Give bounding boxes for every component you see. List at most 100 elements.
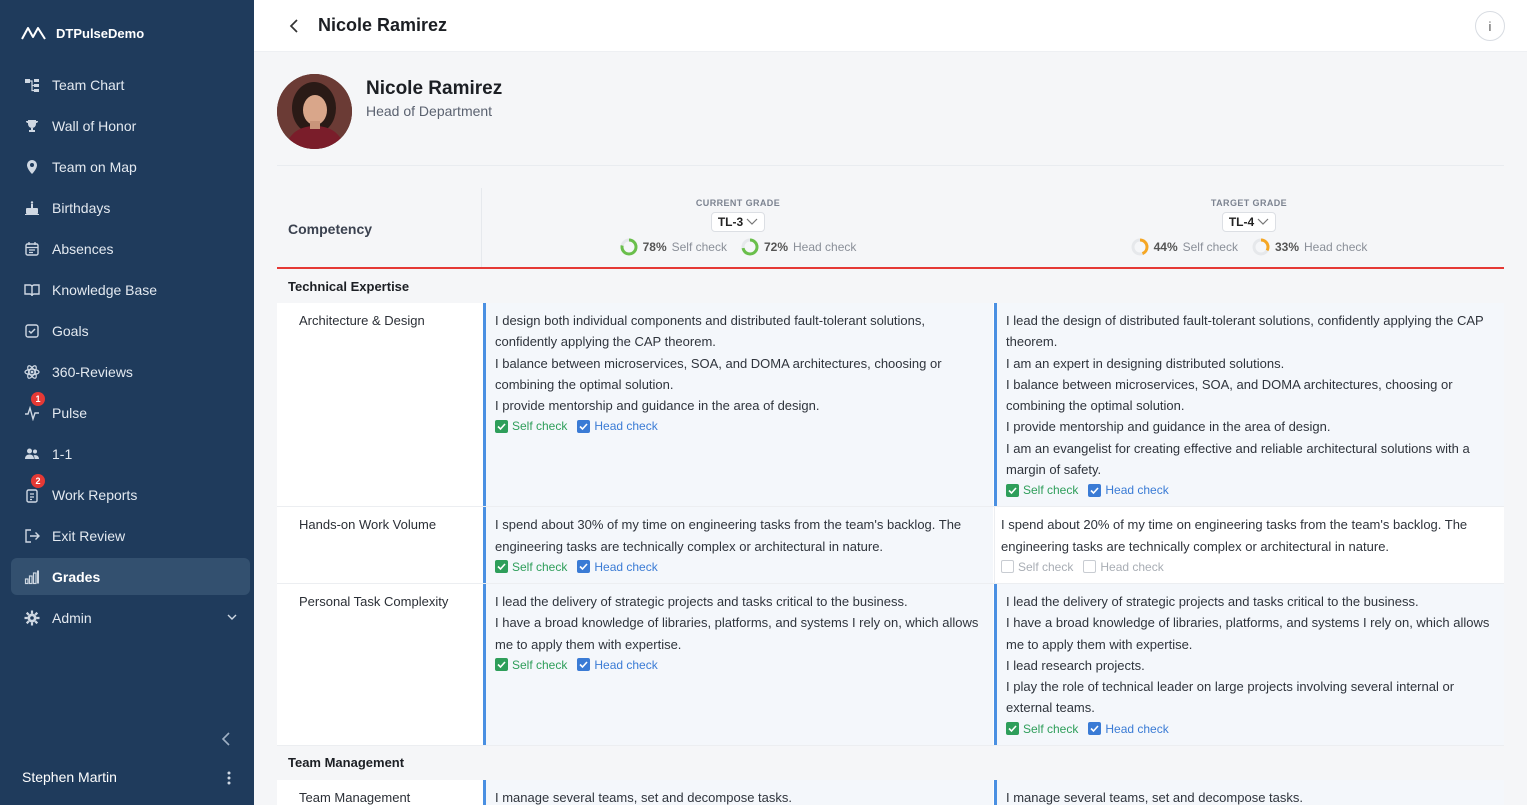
page-title: Nicole Ramirez	[318, 15, 448, 35]
stat-percent: 72%	[763, 240, 789, 254]
checkbox-label: Head check	[1105, 483, 1169, 498]
criterion-text: I spend about 20% of my time on engineer…	[1001, 517, 1468, 554]
current-grade-select[interactable]: TL-3	[710, 212, 766, 232]
profile-role: Head of Department	[366, 103, 493, 119]
table-row: Team Management I manage several teams, …	[277, 779, 1504, 805]
sidebar-item-label: Work Reports	[52, 486, 138, 503]
target-grade-cell: I lead the delivery of strategic project…	[994, 583, 1504, 745]
checkmark-icon	[1088, 483, 1102, 497]
section-header: Team Management	[277, 745, 1504, 780]
checkbox-label: Self check	[1018, 559, 1074, 574]
self-check-checkbox[interactable]: Self check	[1001, 559, 1073, 575]
target-grade-cell: I spend about 20% of my time on engineer…	[994, 507, 1504, 583]
kebab-menu-icon[interactable]	[226, 770, 232, 786]
checkmark-icon	[495, 560, 508, 574]
competency-name: Personal Task Complexity	[299, 593, 449, 609]
sidebar-item-wall-of-honor[interactable]: Wall of Honor	[11, 107, 250, 144]
competency-header: Competency	[288, 221, 373, 237]
target-grade-select[interactable]: TL-4	[1221, 212, 1277, 232]
sidebar-item-label: Exit Review	[52, 527, 126, 544]
progress-ring-icon	[1131, 238, 1149, 256]
target-grade-value: TL-4	[1228, 215, 1255, 229]
collapse-sidebar-icon[interactable]	[218, 730, 236, 748]
sidebar-item-grades[interactable]: Grades	[11, 558, 250, 595]
stat-label: Head check	[793, 240, 857, 254]
checkbox-icon	[23, 322, 41, 340]
sidebar-item-absences[interactable]: Absences	[11, 230, 250, 267]
stat-percent: 44%	[1153, 240, 1178, 254]
header-divider	[481, 188, 482, 267]
criterion-text: I lead the delivery of strategic project…	[1006, 593, 1419, 609]
criterion-text: I provide mentorship and guidance in the…	[495, 398, 820, 414]
current-self-check-stat: 78% Self check	[620, 238, 727, 256]
sidebar-item-1-1[interactable]: 1-1	[11, 435, 250, 472]
checkmark-icon	[577, 419, 591, 433]
sidebar-item-label: Pulse	[52, 404, 88, 421]
checkmark-icon	[1088, 722, 1102, 736]
checkmark-icon	[495, 658, 508, 672]
criterion-text: I manage several teams, set and decompos…	[495, 789, 792, 805]
self-check-checkbox[interactable]: Self check	[1006, 482, 1078, 498]
sidebar: DTPulseDemo Team Chart Wall of Honor Tea…	[0, 0, 254, 805]
nav-menu: Team Chart Wall of Honor Team on Map Bir…	[0, 66, 254, 636]
current-user[interactable]: Stephen Martin	[0, 762, 254, 792]
competency-name: Architecture & Design	[299, 313, 425, 328]
sidebar-item-admin[interactable]: Admin	[11, 599, 250, 636]
avatar	[277, 74, 352, 149]
stat-percent: 78%	[642, 240, 667, 254]
logo-icon	[21, 27, 46, 40]
checkbox-label: Head check	[594, 419, 658, 434]
pulse-icon	[23, 404, 41, 422]
head-check-checkbox[interactable]: Head check	[1083, 559, 1164, 575]
profile-name: Nicole Ramirez	[366, 78, 503, 99]
back-arrow-icon[interactable]	[286, 17, 304, 35]
checkbox-label: Self check	[1023, 721, 1079, 736]
info-button[interactable]: i	[1475, 11, 1505, 41]
brand[interactable]: DTPulseDemo	[0, 0, 254, 66]
current-grade-column: CURRENT GRADE TL-3 78% Self check 72% Head…	[483, 198, 993, 256]
current-grade-label: CURRENT GRADE	[695, 198, 781, 208]
head-check-checkbox[interactable]: Head check	[1088, 721, 1169, 737]
sidebar-item-goals[interactable]: Goals	[11, 312, 250, 349]
head-check-checkbox[interactable]: Head check	[577, 559, 658, 575]
checkbox-label: Head check	[1100, 559, 1164, 574]
progress-ring-icon	[620, 238, 638, 256]
criterion-text: I manage several teams, set and decompos…	[1006, 789, 1303, 805]
checkbox-label: Self check	[1023, 483, 1079, 498]
sidebar-item-team-chart[interactable]: Team Chart	[11, 66, 250, 103]
sidebar-item-knowledge-base[interactable]: Knowledge Base	[11, 271, 250, 308]
sidebar-item-team-on-map[interactable]: Team on Map	[11, 148, 250, 185]
checkmark-icon	[577, 560, 591, 574]
checkbox-label: Head check	[594, 559, 658, 574]
table-row: Hands-on Work Volume I spend about 30% o…	[277, 507, 1504, 584]
criterion-text: I lead the design of distributed fault-t…	[1006, 313, 1484, 350]
empty-checkbox-icon	[1083, 560, 1097, 574]
atom-icon	[23, 363, 41, 381]
table-header: Competency CURRENT GRADE TL-3 78% Self ch…	[277, 188, 1504, 269]
sidebar-item-label: Team on Map	[52, 158, 137, 175]
self-check-checkbox[interactable]: Self check	[495, 657, 567, 673]
sidebar-item-label: Grades	[52, 568, 101, 585]
self-check-checkbox[interactable]: Self check	[495, 559, 567, 575]
current-grade-value: TL-3	[717, 215, 744, 229]
sidebar-item-label: Birthdays	[52, 199, 111, 216]
criterion-text: I balance between microservices, SOA, an…	[1006, 376, 1453, 414]
sidebar-item-birthdays[interactable]: Birthdays	[11, 189, 250, 226]
criterion-text: I have a broad knowledge of libraries, p…	[495, 615, 979, 652]
sidebar-item-360-reviews[interactable]: 360-Reviews	[11, 353, 250, 390]
head-check-checkbox[interactable]: Head check	[577, 418, 658, 434]
sidebar-item-work-reports[interactable]: 2 Work Reports	[11, 474, 250, 513]
gear-icon	[23, 609, 41, 627]
self-check-checkbox[interactable]: Self check	[495, 418, 567, 434]
head-check-checkbox[interactable]: Head check	[1088, 482, 1169, 498]
users-icon	[23, 445, 41, 463]
sidebar-item-pulse[interactable]: 1 Pulse	[11, 392, 250, 431]
self-check-checkbox[interactable]: Self check	[1006, 721, 1078, 737]
section-header: Technical Expertise	[277, 269, 1504, 303]
sidebar-item-exit-review[interactable]: Exit Review	[11, 517, 250, 554]
sidebar-item-label: Team Chart	[52, 76, 125, 93]
criterion-text: I lead research projects.	[1006, 657, 1145, 673]
current-grade-cell: I lead the delivery of strategic project…	[483, 583, 993, 745]
head-check-checkbox[interactable]: Head check	[577, 657, 658, 673]
checkmark-icon	[1006, 722, 1019, 736]
